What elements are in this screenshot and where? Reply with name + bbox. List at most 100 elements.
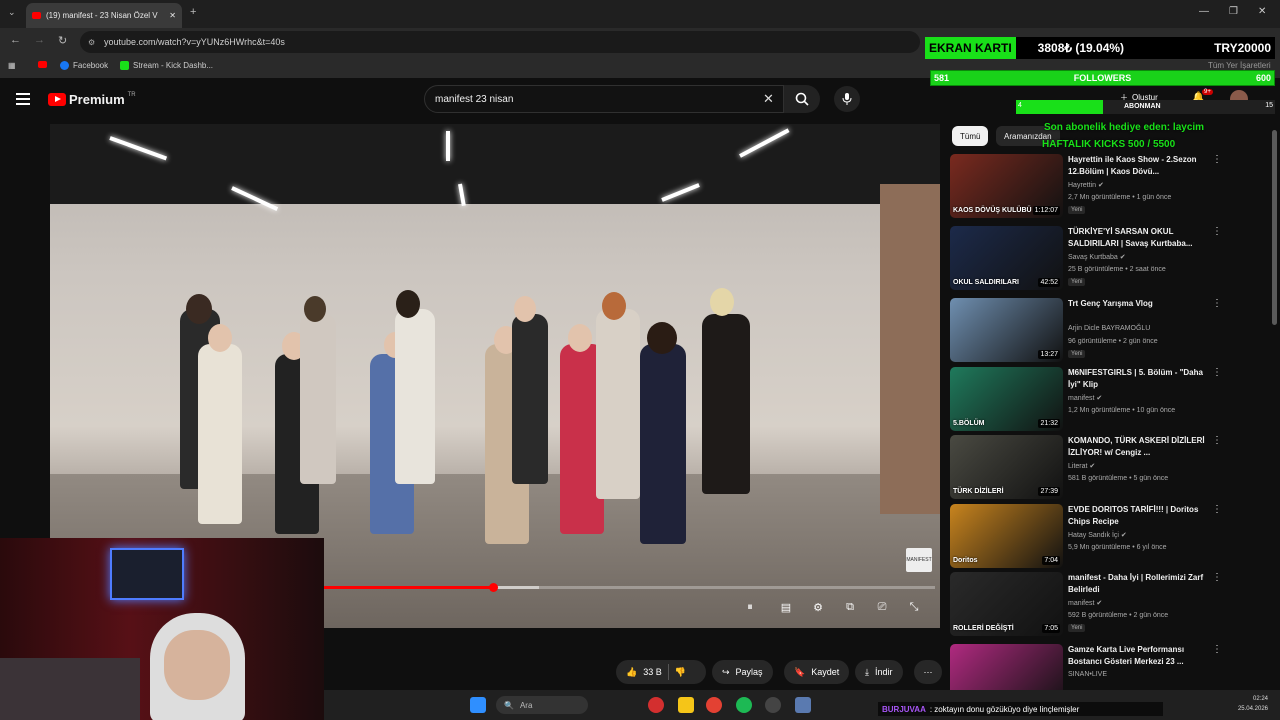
progress-scrubber-handle[interactable] <box>488 583 498 592</box>
browser-tab-active[interactable]: (19) manifest - 23 Nisan Özel V ✕ <box>26 3 182 28</box>
voice-search-button[interactable] <box>834 86 860 112</box>
recommendation-item[interactable]: 13:27 Trt Genç Yarışma Vlog Arjin Dicle BA… <box>950 298 1222 366</box>
new-badge: Yeni <box>1068 350 1086 358</box>
recommendation-thumbnail[interactable]: OKUL SALDIRILARI 42:52 <box>950 226 1063 290</box>
tab-close-icon[interactable]: ✕ <box>169 11 176 20</box>
recommendation-title[interactable]: Hayrettin ile Kaos Show - 2.Sezon 12.Böl… <box>1068 154 1206 178</box>
cast-icon[interactable]: ⎚ <box>873 601 891 615</box>
recommendation-thumbnail[interactable]: 5.BÖLÜM 21:32 <box>950 367 1063 431</box>
miniplayer-icon[interactable]: ⧉ <box>841 601 859 615</box>
follower-goal-bar: 581 FOLLOWERS 600 <box>930 70 1275 86</box>
recommendation-title[interactable]: TÜRKİYE'Yİ SARSAN OKUL SALDIRILARI | Sav… <box>1068 226 1206 250</box>
taskbar-search[interactable]: 🔍 Ara <box>496 696 588 714</box>
all-bookmarks-folder[interactable]: Tüm Yer İşaretleri <box>1208 61 1271 70</box>
menu-hamburger-icon[interactable] <box>16 93 30 105</box>
spotify-icon[interactable] <box>736 697 752 713</box>
recommendation-channel[interactable]: manifest ✔ <box>1068 599 1102 607</box>
more-vertical-icon[interactable]: ⋮ <box>1212 435 1222 446</box>
more-vertical-icon[interactable]: ⋮ <box>1212 298 1222 309</box>
video-duration: 7:04 <box>1042 556 1060 565</box>
apps-grid-icon[interactable]: ▦ <box>8 61 16 70</box>
settings-gear-icon[interactable]: ⚙ <box>809 601 827 615</box>
recommendation-title[interactable]: M6NIFESTGIRLS | 5. Bölüm - "Daha İyi" Kl… <box>1068 367 1206 391</box>
recommendation-channel[interactable]: Literat ✔ <box>1068 462 1095 470</box>
youtube-bookmark-icon[interactable] <box>38 61 47 68</box>
recommendation-title[interactable]: Trt Genç Yarışma Vlog <box>1068 298 1206 322</box>
recommendation-item[interactable]: KAOS DÖVÜŞ KULÜBÜ 1:12:07 Hayrettin ile Ka… <box>950 154 1222 222</box>
thumbnail-caption: TÜRK DİZİLERİ <box>953 488 1004 495</box>
sidebar-scrollbar[interactable] <box>1272 130 1277 325</box>
close-window-button[interactable]: ✕ <box>1258 6 1266 17</box>
app-icon-blue[interactable] <box>795 697 811 713</box>
recommendation-item[interactable]: Doritos 7:04 EVDE DORITOS TARİFİ!!! | Dori… <box>950 504 1222 572</box>
recommendation-title[interactable]: KOMANDO, TÜRK ASKERİ DİZİLERİ İZLİYOR! w… <box>1068 435 1206 459</box>
more-vertical-icon[interactable]: ⋮ <box>1212 367 1222 378</box>
recommendation-channel[interactable]: SINAN•LIVE <box>1068 671 1107 678</box>
recommendation-channel[interactable]: Hayrettin ✔ <box>1068 181 1104 189</box>
recommendation-thumbnail[interactable]: Doritos 7:04 <box>950 504 1063 568</box>
recommendation-thumbnail[interactable]: ROLLERİ DEĞİŞTİ 7:05 <box>950 572 1063 636</box>
verified-check-icon: ✔ <box>1096 600 1103 607</box>
app-icon-red[interactable] <box>648 697 664 713</box>
tab-search-icon[interactable]: ⌄ <box>8 7 16 18</box>
recommendation-item[interactable]: OKUL SALDIRILARI 42:52 TÜRKİYE'Yİ SARSAN O… <box>950 226 1222 294</box>
more-vertical-icon[interactable]: ⋮ <box>1212 644 1222 655</box>
recommendation-item[interactable]: TÜRK DİZİLERİ 27:39 KOMANDO, TÜRK ASKERİ D… <box>950 435 1222 503</box>
site-info-icon[interactable]: ⚙ <box>88 38 95 47</box>
channel-watermark[interactable]: MANIFEST <box>906 548 932 572</box>
recommendation-title[interactable]: EVDE DORITOS TARİFİ!!! | Doritos Chips R… <box>1068 504 1206 528</box>
file-explorer-icon[interactable] <box>678 697 694 713</box>
fullscreen-icon[interactable]: ⤡ <box>905 601 923 615</box>
recommendation-thumbnail[interactable]: 13:27 <box>950 298 1063 362</box>
search-input[interactable]: manifest 23 nisan <box>424 85 784 113</box>
clear-search-icon[interactable]: ✕ <box>763 91 774 107</box>
obs-icon[interactable] <box>765 697 781 713</box>
recommendation-item[interactable]: 5.BÖLÜM 21:32 M6NIFESTGIRLS | 5. Bölüm - "… <box>950 367 1222 435</box>
reload-icon[interactable]: ↻ <box>58 34 67 47</box>
system-clock[interactable]: 02:24 25.04.2026 <box>1228 694 1268 714</box>
save-button[interactable]: 🔖 Kaydet <box>784 660 850 684</box>
webcam-bed <box>0 658 140 720</box>
youtube-premium-logo[interactable]: Premium TR <box>48 92 136 107</box>
search-button[interactable] <box>784 85 820 113</box>
minimize-button[interactable]: — <box>1199 6 1209 17</box>
recommendation-item[interactable]: ROLLERİ DEĞİŞTİ 7:05 manifest - Daha İyi |… <box>950 572 1222 640</box>
autoplay-toggle-icon[interactable]: ⏸ <box>741 601 759 615</box>
forward-arrow-icon[interactable]: → <box>34 34 45 46</box>
recommendation-channel[interactable]: Hatay Sandık İçi ✔ <box>1068 531 1127 539</box>
recommendation-meta: 2,7 Mn görüntüleme • 1 gün önce <box>1068 194 1172 201</box>
chip-all[interactable]: Tümü <box>952 126 989 146</box>
windows-start-icon[interactable] <box>470 697 486 713</box>
dislike-icon[interactable]: 👎 <box>675 667 686 678</box>
more-vertical-icon[interactable]: ⋮ <box>1212 226 1222 237</box>
more-vertical-icon[interactable]: ⋮ <box>1212 504 1222 515</box>
dancer-head <box>647 322 677 354</box>
subtitles-icon[interactable]: ▤ <box>777 601 795 615</box>
recommendation-channel[interactable]: Arjin Dicle BAYRAMOĞLU <box>1068 325 1150 332</box>
recommendation-title[interactable]: manifest - Daha İyi | Rollerimizi Zarf B… <box>1068 572 1206 596</box>
more-vertical-icon[interactable]: ⋮ <box>1212 572 1222 583</box>
new-tab-button[interactable]: + <box>190 6 196 18</box>
more-vertical-icon[interactable]: ⋮ <box>1212 154 1222 165</box>
chrome-icon[interactable] <box>706 697 722 713</box>
share-button[interactable]: ↪ Paylaş <box>712 660 773 684</box>
address-bar[interactable]: ⚙ youtube.com/watch?v=yYUNz6HWrhc&t=40s <box>80 31 920 53</box>
verified-check-icon: ✔ <box>1119 254 1126 261</box>
bookmark-kick-dashboard[interactable]: Stream - Kick Dashb... <box>120 61 213 70</box>
back-arrow-icon[interactable]: ← <box>10 34 21 46</box>
dancer <box>395 309 435 484</box>
download-button[interactable]: ⤓ İndir <box>855 660 903 684</box>
save-label: Kaydet <box>811 667 840 677</box>
recommendation-channel[interactable]: Savaş Kurtbaba ✔ <box>1068 253 1126 261</box>
recommendation-thumbnail[interactable]: TÜRK DİZİLERİ 27:39 <box>950 435 1063 499</box>
recommendation-thumbnail[interactable]: KAOS DÖVÜŞ KULÜBÜ 1:12:07 <box>950 154 1063 218</box>
recommendation-title[interactable]: Gamze Karta Live Performansı Bostancı Gö… <box>1068 644 1206 668</box>
dancer-head <box>304 296 326 322</box>
thumbnail-caption: KAOS DÖVÜŞ KULÜBÜ <box>953 207 1032 214</box>
facebook-icon <box>60 61 69 70</box>
bookmark-facebook[interactable]: Facebook <box>60 61 108 70</box>
recommendation-channel[interactable]: manifest ✔ <box>1068 394 1102 402</box>
more-actions-button[interactable]: ⋯ <box>914 660 942 684</box>
maximize-button[interactable]: ❐ <box>1229 6 1238 17</box>
like-icon[interactable]: 👍 <box>626 667 637 678</box>
